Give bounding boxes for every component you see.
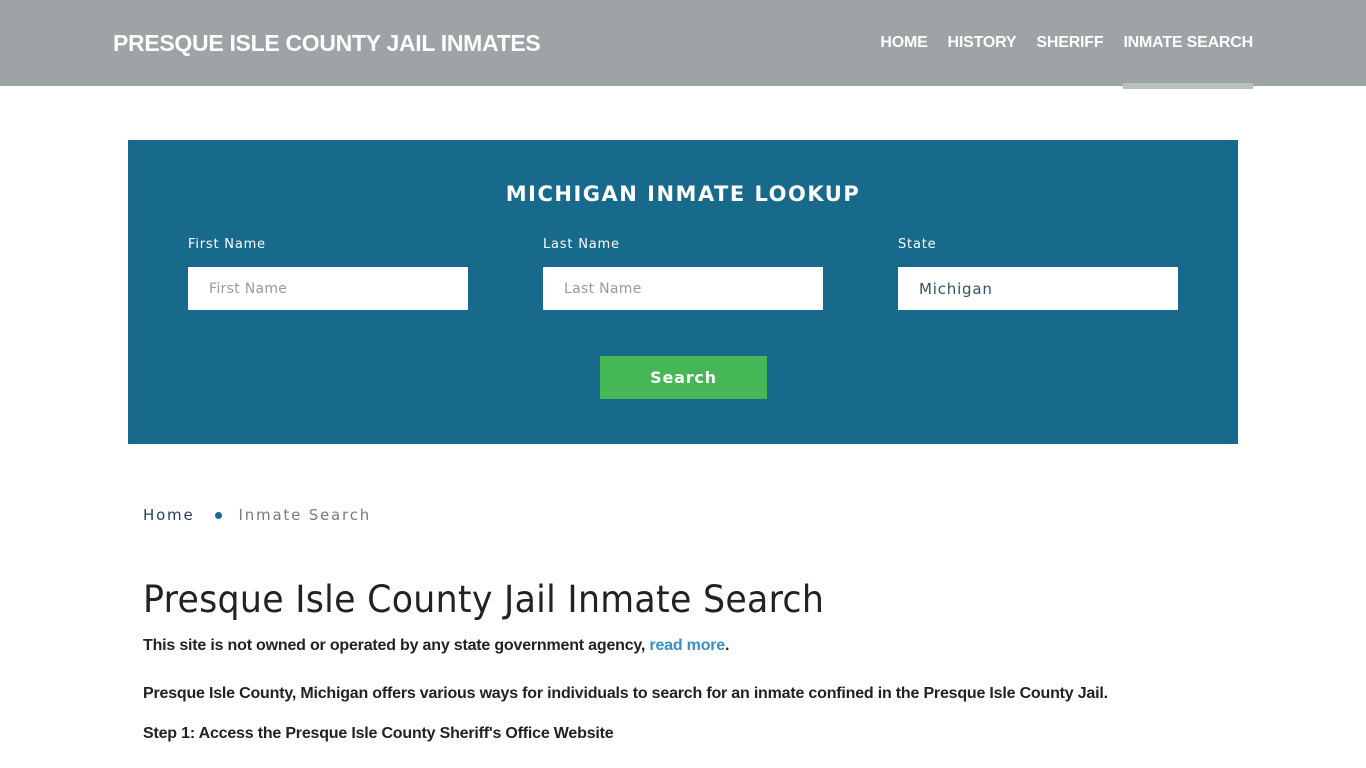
panel-title: MICHIGAN INMATE LOOKUP <box>505 182 861 206</box>
last-name-group: Last Name <box>543 237 823 310</box>
last-name-input[interactable] <box>543 267 823 310</box>
last-name-label: Last Name <box>543 237 620 252</box>
site-header: PRESQUE ISLE COUNTY JAIL INMATES HOME HI… <box>0 0 1366 89</box>
site-brand-link[interactable]: PRESQUE ISLE COUNTY JAIL INMATES <box>113 30 541 57</box>
read-more-link[interactable]: read more <box>649 637 725 654</box>
state-label: State <box>898 237 937 252</box>
nav-home[interactable]: HOME <box>880 0 927 86</box>
disclaimer-body: This site is not owned or operated by an… <box>143 637 650 654</box>
first-name-input[interactable] <box>188 267 468 310</box>
first-name-group: First Name <box>188 237 468 310</box>
page-title: Presque Isle County Jail Inmate Search <box>143 578 825 621</box>
breadcrumb: Home Inmate Search <box>143 506 371 524</box>
disclaimer-end: . <box>725 637 730 654</box>
state-input[interactable] <box>898 267 1178 310</box>
state-group: State <box>898 237 1178 310</box>
nav-history[interactable]: HISTORY <box>948 0 1017 86</box>
breadcrumb-separator-dot-icon <box>214 511 222 519</box>
inmate-lookup-panel: MICHIGAN INMATE LOOKUP First Name Last N… <box>128 140 1238 444</box>
intro-paragraph: Presque Isle County, Michigan offers var… <box>143 685 1108 702</box>
nav-inmate-search[interactable]: INMATE SEARCH <box>1123 0 1253 89</box>
first-name-label: First Name <box>188 237 266 252</box>
breadcrumb-home-link[interactable]: Home <box>143 506 195 524</box>
disclaimer-text: This site is not owned or operated by an… <box>143 637 729 655</box>
search-button[interactable]: Search <box>600 356 767 399</box>
breadcrumb-current: Inmate Search <box>238 506 372 524</box>
main-nav: HOME HISTORY SHERIFF INMATE SEARCH <box>860 0 1253 89</box>
nav-sheriff[interactable]: SHERIFF <box>1036 0 1103 86</box>
step-1-heading: Step 1: Access the Presque Isle County S… <box>143 725 614 742</box>
